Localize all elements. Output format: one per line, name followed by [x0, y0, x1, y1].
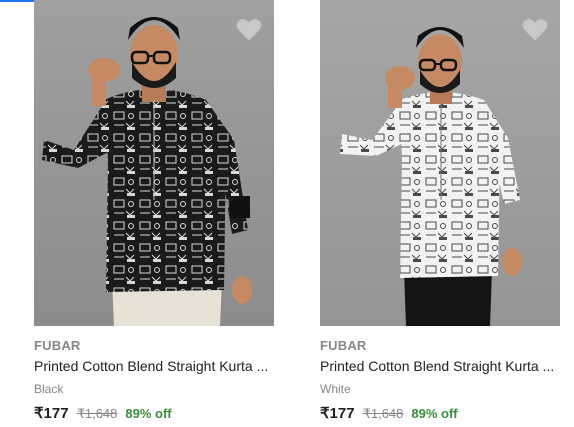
- product-color: Black: [34, 382, 64, 396]
- product-brand: FUBAR: [34, 338, 81, 353]
- wishlist-heart-icon[interactable]: [236, 18, 262, 42]
- discount-label: 89% off: [125, 406, 172, 421]
- selling-price: ₹177: [320, 405, 355, 422]
- price-row: ₹177 ₹1,648 89% off: [320, 404, 458, 422]
- discount-label: 89% off: [411, 406, 458, 421]
- selling-price: ₹177: [34, 405, 69, 422]
- product-color: White: [320, 382, 351, 396]
- original-price: ₹1,648: [76, 406, 118, 421]
- product-card[interactable]: FUBAR Printed Cotton Blend Straight Kurt…: [320, 0, 560, 427]
- product-photo-white-shirt: [320, 0, 560, 326]
- price-row: ₹177 ₹1,648 89% off: [34, 404, 172, 422]
- heart-icon: [236, 18, 262, 41]
- product-title[interactable]: Printed Cotton Blend Straight Kurta ...: [320, 358, 560, 374]
- product-grid: FUBAR Printed Cotton Blend Straight Kurt…: [0, 0, 574, 427]
- original-price: ₹1,648: [362, 406, 404, 421]
- product-title[interactable]: Printed Cotton Blend Straight Kurta ...: [34, 358, 274, 374]
- product-brand: FUBAR: [320, 338, 367, 353]
- wishlist-heart-icon[interactable]: [522, 18, 548, 42]
- heart-icon: [522, 18, 548, 41]
- product-image[interactable]: [320, 0, 560, 326]
- product-image[interactable]: [34, 0, 274, 326]
- product-photo-black-shirt: [34, 0, 274, 326]
- product-card[interactable]: FUBAR Printed Cotton Blend Straight Kurt…: [34, 0, 274, 427]
